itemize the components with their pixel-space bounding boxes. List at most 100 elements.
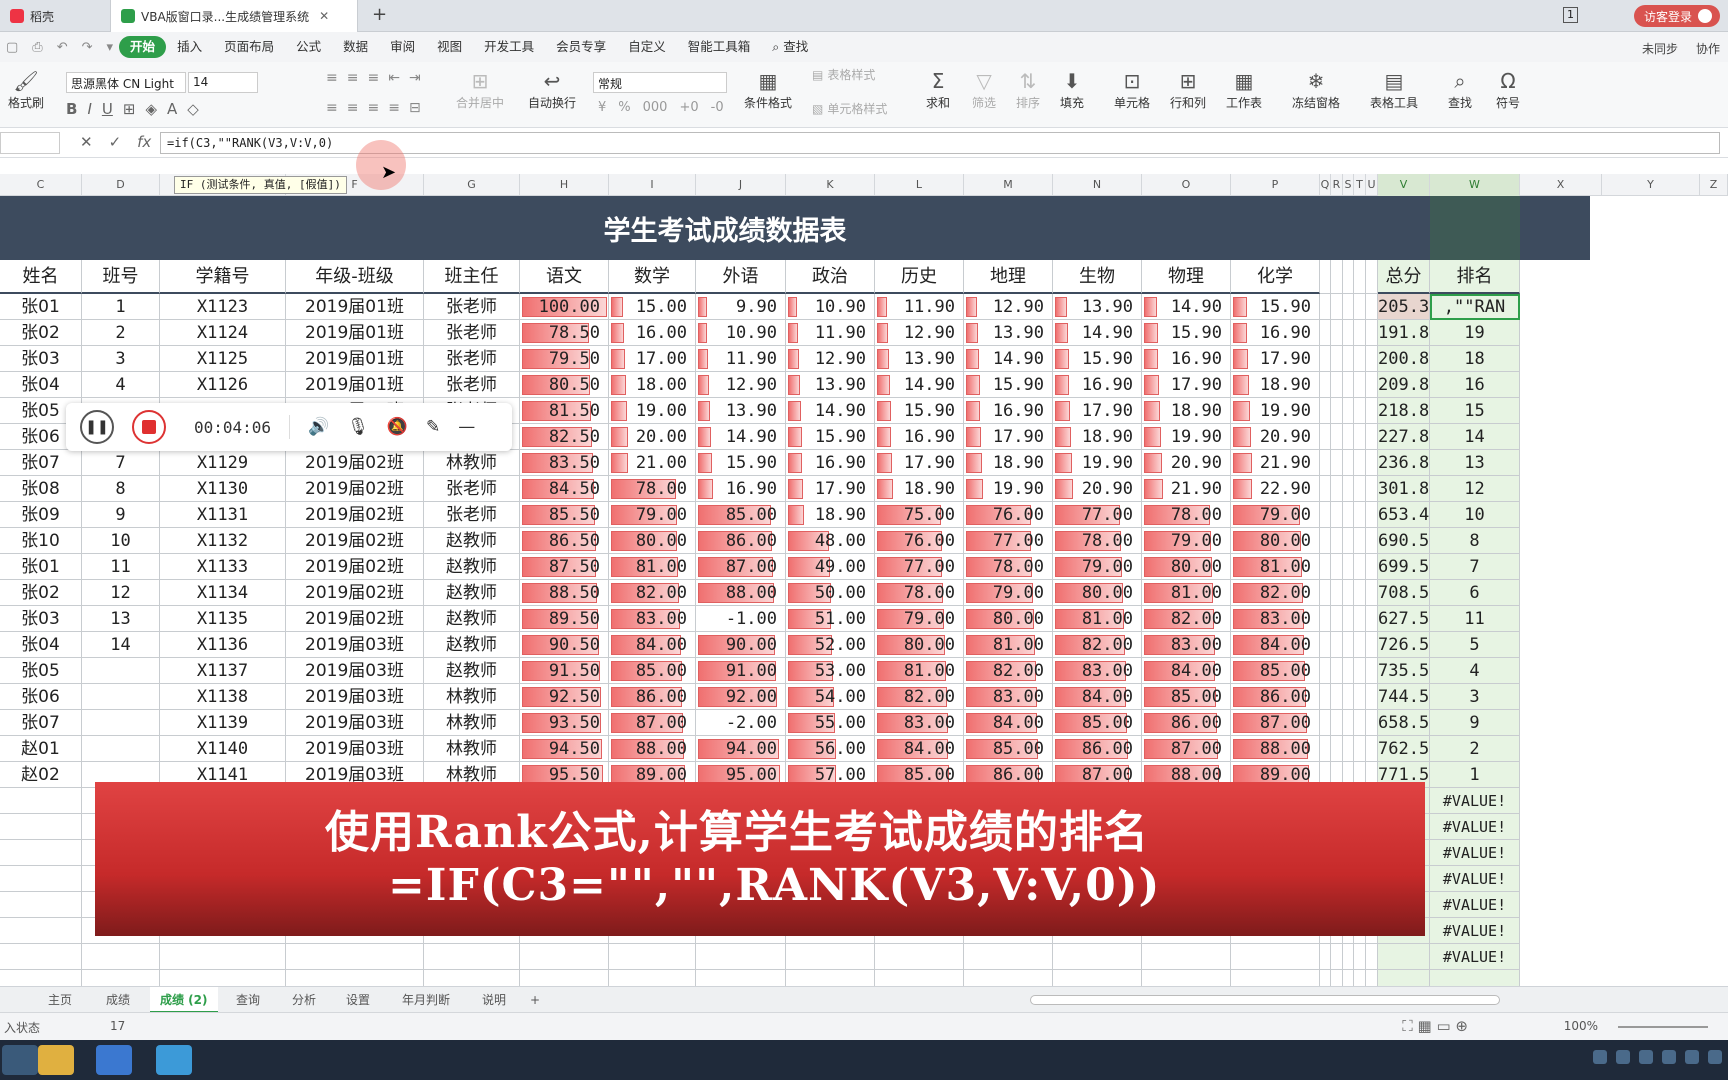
score-cell[interactable]: -1.00 [696, 606, 786, 632]
column-header-M[interactable]: M [964, 174, 1053, 196]
empty-cell[interactable] [1142, 970, 1231, 986]
table-cell[interactable]: 2019届02班 [286, 554, 424, 580]
empty-cell[interactable] [1231, 970, 1320, 986]
rank-cell[interactable]: 1 [1430, 762, 1520, 788]
worksheet-button[interactable]: ▦ 工作表 [1226, 68, 1262, 111]
conditional-format-button[interactable]: ▦ 条件格式 [744, 68, 792, 111]
empty-cell[interactable] [1343, 944, 1354, 970]
score-cell[interactable]: 11.90 [696, 346, 786, 372]
score-cell[interactable]: 84.50 [520, 476, 609, 502]
score-cell[interactable]: 82.50 [520, 424, 609, 450]
fx-icon[interactable]: fx [137, 133, 151, 151]
total-cell[interactable]: 627.50 [1378, 606, 1430, 632]
score-cell[interactable]: 19.90 [1053, 450, 1142, 476]
score-cell[interactable]: 17.90 [1142, 372, 1231, 398]
score-cell[interactable]: 20.90 [1142, 450, 1231, 476]
tab-member[interactable]: 会员专享 [545, 36, 617, 58]
empty-cell[interactable] [1354, 970, 1366, 986]
table-cell[interactable]: 赵02 [0, 762, 82, 788]
table-cell[interactable]: X1132 [160, 528, 286, 554]
total-cell[interactable]: 762.50 [1378, 736, 1430, 762]
score-cell[interactable]: 85.00 [1231, 658, 1320, 684]
score-cell[interactable]: 14.90 [875, 372, 964, 398]
score-cell[interactable]: 18.00 [609, 372, 696, 398]
tab-docer[interactable]: 稻壳 [0, 0, 64, 32]
score-cell[interactable]: 17.90 [1053, 398, 1142, 424]
score-cell[interactable]: 10.90 [696, 320, 786, 346]
score-cell[interactable]: 17.00 [609, 346, 696, 372]
empty-cell[interactable] [1331, 450, 1343, 476]
score-cell[interactable]: 77.00 [875, 554, 964, 580]
score-cell[interactable]: 89.50 [520, 606, 609, 632]
total-cell[interactable]: 658.50 [1378, 710, 1430, 736]
column-header-L[interactable]: L [875, 174, 964, 196]
score-cell[interactable]: 14.90 [964, 346, 1053, 372]
empty-cell[interactable] [1343, 736, 1354, 762]
column-header-D[interactable]: D [82, 174, 160, 196]
sort-button[interactable]: ⇅ 排序 [1016, 68, 1040, 111]
table-cell[interactable]: 4 [82, 372, 160, 398]
tab-view[interactable]: 视图 [426, 36, 473, 58]
empty-cell[interactable] [1343, 372, 1354, 398]
score-cell[interactable]: 15.90 [1053, 346, 1142, 372]
score-cell[interactable]: 56.00 [786, 736, 875, 762]
table-cell[interactable]: X1126 [160, 372, 286, 398]
empty-cell[interactable] [1366, 476, 1378, 502]
tab-developer[interactable]: 开发工具 [473, 36, 545, 58]
sheet-tab[interactable]: 设置 [336, 987, 380, 1013]
pause-button[interactable]: ❚❚ [80, 410, 114, 444]
score-cell[interactable]: 13.90 [786, 372, 875, 398]
tab-custom[interactable]: 自定义 [617, 36, 677, 58]
score-cell[interactable]: 90.00 [696, 632, 786, 658]
total-cell[interactable]: 209.80 [1378, 372, 1430, 398]
empty-cell[interactable] [1354, 372, 1366, 398]
score-cell[interactable]: 15.90 [875, 398, 964, 424]
fill-button[interactable]: ⬇ 填充 [1060, 68, 1084, 111]
total-cell[interactable]: 699.50 [1378, 554, 1430, 580]
rank-cell[interactable]: #VALUE! [1430, 918, 1520, 944]
symbol-button[interactable]: Ω 符号 [1496, 68, 1520, 111]
close-tab-icon[interactable]: ✕ [319, 9, 329, 23]
score-cell[interactable]: 88.00 [1231, 736, 1320, 762]
empty-cell[interactable] [1343, 450, 1354, 476]
score-cell[interactable]: 15.90 [696, 450, 786, 476]
empty-cell[interactable] [1331, 658, 1343, 684]
score-cell[interactable]: 78.00 [875, 580, 964, 606]
rank-cell[interactable]: 16 [1430, 372, 1520, 398]
score-cell[interactable]: 81.00 [964, 632, 1053, 658]
table-cell[interactable]: 2019届01班 [286, 320, 424, 346]
empty-cell[interactable] [1343, 398, 1354, 424]
score-cell[interactable]: 82.00 [1142, 606, 1231, 632]
empty-cell[interactable] [1366, 528, 1378, 554]
table-cell[interactable]: 张老师 [424, 320, 520, 346]
empty-cell[interactable] [0, 788, 82, 814]
table-cell[interactable]: 2019届01班 [286, 294, 424, 320]
score-cell[interactable]: 82.00 [1231, 580, 1320, 606]
empty-cell[interactable] [1354, 502, 1366, 528]
score-cell[interactable]: 86.50 [520, 528, 609, 554]
sum-button[interactable]: Σ 求和 [926, 68, 950, 111]
score-cell[interactable]: 15.90 [1231, 294, 1320, 320]
tab-review[interactable]: 审阅 [379, 36, 426, 58]
cancel-icon[interactable]: ✕ [80, 133, 93, 151]
score-cell[interactable]: 86.00 [1142, 710, 1231, 736]
empty-cell[interactable] [1331, 736, 1343, 762]
empty-cell[interactable] [82, 944, 160, 970]
more-icon[interactable]: ▾ [107, 40, 114, 55]
empty-cell[interactable] [0, 944, 82, 970]
empty-cell[interactable] [1378, 944, 1430, 970]
empty-cell[interactable] [1320, 684, 1331, 710]
total-cell[interactable]: 218.80 [1378, 398, 1430, 424]
score-cell[interactable]: 16.90 [1053, 372, 1142, 398]
score-cell[interactable]: 51.00 [786, 606, 875, 632]
empty-cell[interactable] [1366, 554, 1378, 580]
score-cell[interactable]: 85.00 [609, 658, 696, 684]
empty-cell[interactable] [1343, 476, 1354, 502]
score-cell[interactable]: 79.00 [609, 502, 696, 528]
column-header-W[interactable]: W [1430, 174, 1520, 196]
total-cell[interactable]: 690.50 [1378, 528, 1430, 554]
empty-cell[interactable] [1354, 528, 1366, 554]
score-cell[interactable]: 17.90 [875, 450, 964, 476]
score-cell[interactable]: 11.90 [875, 294, 964, 320]
sheet-tab[interactable]: 主页 [38, 987, 82, 1013]
